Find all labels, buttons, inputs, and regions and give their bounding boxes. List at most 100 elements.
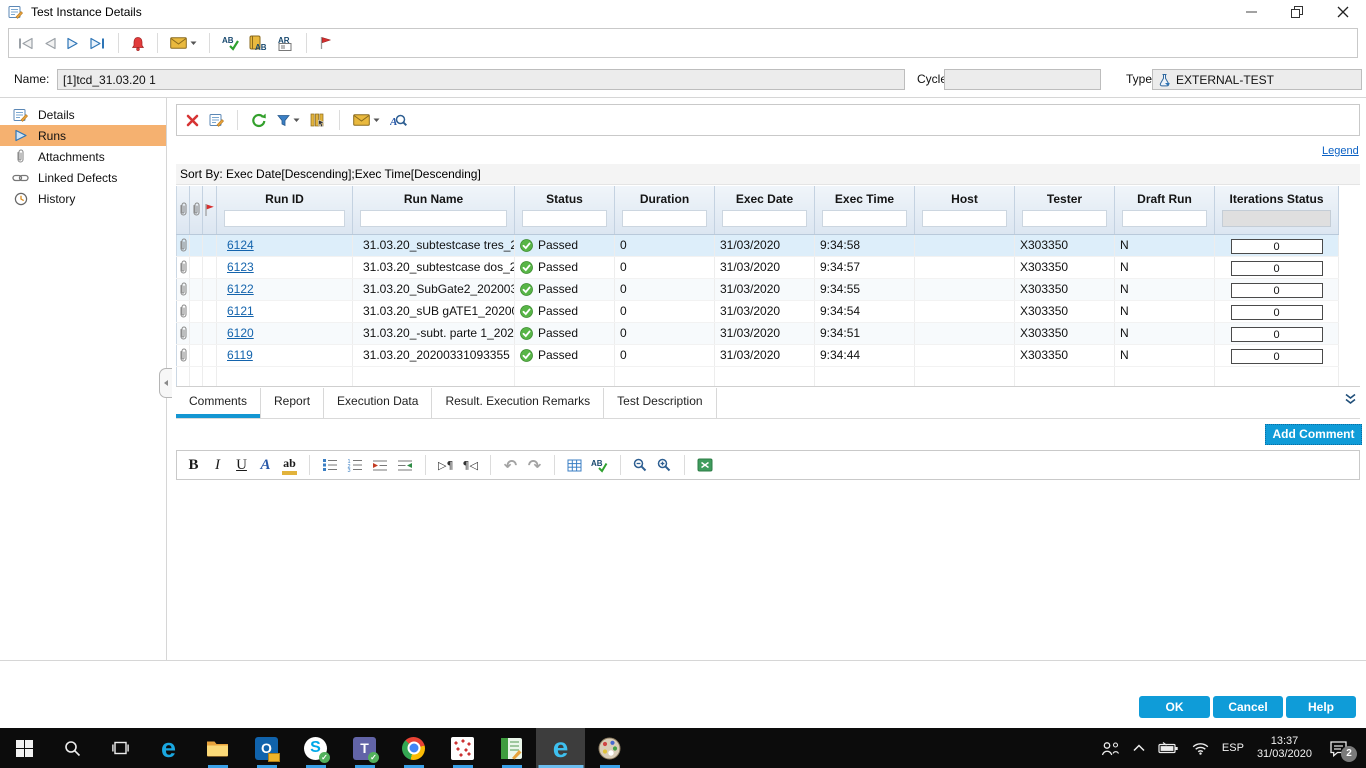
attachment2-column-header[interactable] — [190, 186, 203, 234]
zoom-in-icon[interactable] — [657, 455, 672, 475]
name-field[interactable] — [57, 69, 905, 90]
taskbar-app-file-explorer[interactable] — [193, 728, 242, 768]
redo-icon[interactable] — [527, 455, 542, 475]
taskbar-search-button[interactable] — [48, 728, 96, 768]
flag-column-header[interactable] — [203, 186, 217, 234]
run-row[interactable]: 6123 31.03.20_subtestcase dos_2020... Pa… — [177, 256, 1339, 278]
column-header-tester[interactable]: Tester — [1015, 186, 1115, 234]
filter-run-name[interactable] — [360, 210, 507, 227]
spelling-options-button[interactable]: AR — [276, 35, 294, 51]
run-row[interactable]: 6121 31.03.20_sUB gATE1_20200331... Pass… — [177, 300, 1339, 322]
column-header-run-name[interactable]: Run Name — [353, 186, 515, 234]
task-view-button[interactable] — [96, 728, 144, 768]
left-to-right-paragraph-icon[interactable] — [438, 455, 453, 475]
taskbar-app-teams[interactable] — [340, 728, 389, 768]
next-record-button[interactable] — [66, 37, 80, 50]
column-header-draft-run[interactable]: Draft Run — [1115, 186, 1215, 234]
bullet-list-icon[interactable] — [322, 455, 338, 475]
first-record-button[interactable] — [17, 37, 34, 50]
wifi-icon[interactable] — [1192, 742, 1209, 755]
type-field[interactable]: EXTERNAL-TEST — [1152, 69, 1362, 90]
refresh-button[interactable] — [251, 113, 267, 128]
taskbar-app-chrome[interactable] — [389, 728, 438, 768]
spell-check-icon[interactable]: AB — [591, 455, 608, 475]
close-button[interactable] — [1320, 0, 1366, 24]
delete-run-button[interactable] — [186, 114, 199, 127]
last-record-button[interactable] — [89, 37, 106, 50]
taskbar-app-outlook[interactable] — [242, 728, 291, 768]
taskbar-app-internet-explorer[interactable] — [536, 728, 585, 768]
column-header-run-id[interactable]: Run ID — [217, 186, 353, 234]
tab-report[interactable]: Report — [261, 388, 324, 418]
people-icon[interactable] — [1101, 741, 1120, 756]
select-columns-button[interactable] — [310, 113, 326, 128]
show-hidden-icons-button[interactable] — [1133, 744, 1145, 752]
run-row[interactable]: 6124 31.03.20_subtestcase tres_2020... P… — [177, 234, 1339, 256]
cycle-field[interactable] — [944, 69, 1101, 90]
spell-check-button[interactable]: AB — [222, 35, 240, 51]
filter-host[interactable] — [922, 210, 1007, 227]
insert-table-icon[interactable] — [567, 455, 582, 475]
send-by-email-button[interactable] — [170, 37, 197, 49]
decrease-indent-icon[interactable] — [397, 455, 413, 475]
underline-icon[interactable] — [234, 455, 249, 475]
column-header-status[interactable]: Status — [515, 186, 615, 234]
cancel-button[interactable]: Cancel — [1213, 696, 1283, 718]
help-button[interactable]: Help — [1286, 696, 1356, 718]
taskbar-clock[interactable]: 13:37 31/03/2020 — [1257, 735, 1312, 761]
filter-tester[interactable] — [1022, 210, 1107, 227]
run-id-link[interactable]: 6123 — [227, 260, 254, 274]
sidebar-item-linked-defects[interactable]: Linked Defects — [0, 167, 166, 188]
run-id-link[interactable]: 6120 — [227, 326, 254, 340]
sidebar-collapse-handle[interactable] — [159, 368, 172, 398]
taskbar-app-remote[interactable] — [438, 728, 487, 768]
minimize-button[interactable] — [1228, 0, 1274, 24]
sidebar-item-runs[interactable]: Runs — [0, 125, 166, 146]
battery-icon[interactable] — [1158, 742, 1179, 755]
tab-test-description[interactable]: Test Description — [604, 388, 716, 418]
run-details-button[interactable] — [209, 113, 224, 127]
start-button[interactable] — [0, 728, 48, 768]
column-header-host[interactable]: Host — [915, 186, 1015, 234]
alerts-button[interactable] — [131, 36, 145, 51]
taskbar-app-notes[interactable] — [487, 728, 536, 768]
filter-run-id[interactable] — [224, 210, 345, 227]
tab-comments[interactable]: Comments — [176, 388, 261, 418]
tab-result-execution-remarks[interactable]: Result. Execution Remarks — [432, 388, 604, 418]
highlight-icon[interactable] — [282, 455, 297, 475]
numbered-list-icon[interactable]: 123 — [347, 455, 363, 475]
column-header-iterations-status[interactable]: Iterations Status — [1215, 186, 1339, 234]
set-filter-button[interactable] — [277, 114, 300, 127]
taskbar-app-paint[interactable] — [585, 728, 634, 768]
filter-duration[interactable] — [622, 210, 707, 227]
sidebar-item-details[interactable]: Details — [0, 104, 166, 125]
filter-draft-run[interactable] — [1122, 210, 1207, 227]
flag-for-follow-up-button[interactable] — [319, 36, 332, 50]
sidebar-item-attachments[interactable]: Attachments — [0, 146, 166, 167]
filter-status[interactable] — [522, 210, 607, 227]
maximize-editor-icon[interactable] — [697, 455, 713, 475]
zoom-out-icon[interactable] — [633, 455, 648, 475]
action-center-button[interactable]: 2 — [1329, 740, 1348, 757]
language-indicator[interactable]: ESP — [1222, 742, 1244, 754]
font-color-icon[interactable] — [258, 455, 273, 475]
previous-record-button[interactable] — [43, 37, 57, 50]
run-id-link[interactable]: 6122 — [227, 282, 254, 296]
run-row[interactable]: 6122 31.03.20_SubGate2_202003310... Pass… — [177, 278, 1339, 300]
filter-exec-date[interactable] — [722, 210, 807, 227]
right-to-left-paragraph-icon[interactable] — [462, 455, 477, 475]
thesaurus-button[interactable]: AB — [249, 35, 267, 51]
run-row[interactable]: 6120 31.03.20_-subt. parte 1_2020033... … — [177, 322, 1339, 344]
run-id-link[interactable]: 6124 — [227, 238, 254, 252]
taskbar-app-edge[interactable] — [144, 728, 193, 768]
tab-execution-data[interactable]: Execution Data — [324, 388, 432, 418]
run-id-link[interactable]: 6121 — [227, 304, 254, 318]
collapse-pane-button[interactable] — [1344, 393, 1357, 405]
send-by-email-button[interactable] — [353, 114, 380, 126]
italic-icon[interactable] — [210, 455, 225, 475]
bold-icon[interactable] — [186, 455, 201, 475]
increase-indent-icon[interactable] — [372, 455, 388, 475]
column-header-exec-time[interactable]: Exec Time — [815, 186, 915, 234]
run-id-link[interactable]: 6119 — [227, 348, 253, 362]
ok-button[interactable]: OK — [1139, 696, 1210, 718]
